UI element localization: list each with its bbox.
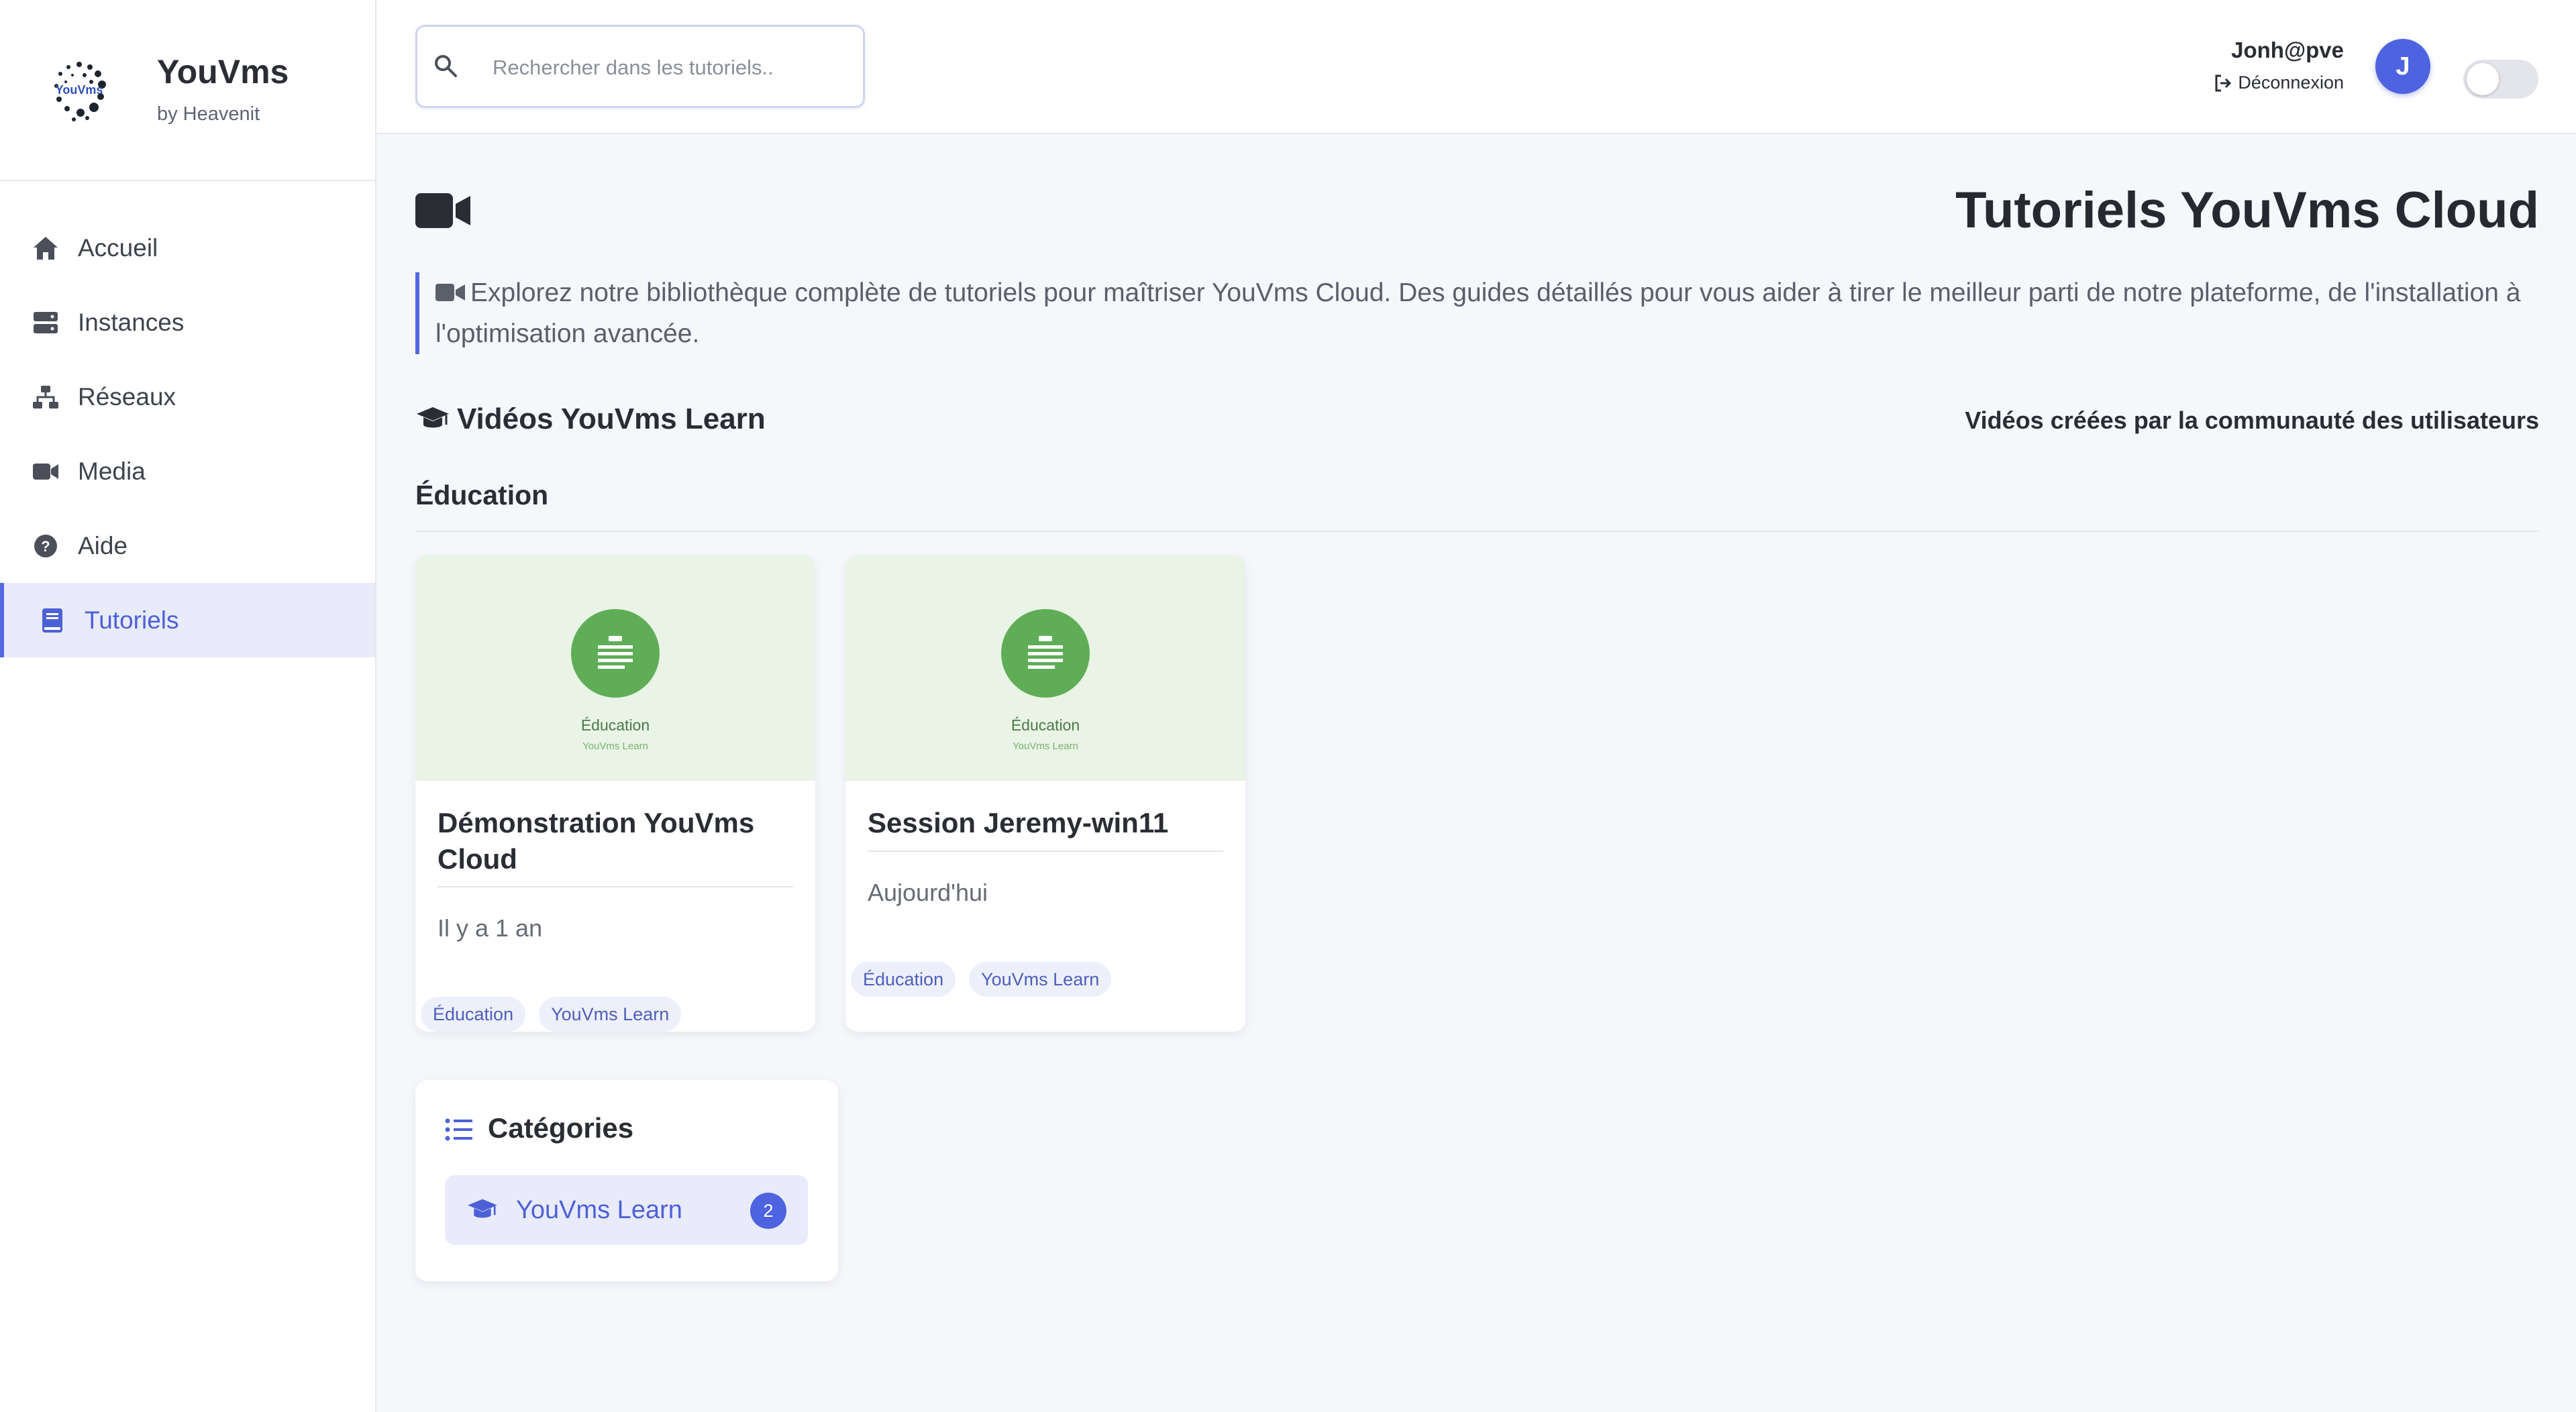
sidebar-item-media[interactable]: Media xyxy=(0,434,375,508)
video-camera-icon xyxy=(415,192,472,229)
video-icon xyxy=(31,457,60,486)
list-icon xyxy=(445,1116,473,1141)
section-note: Vidéos créées par la communauté des util… xyxy=(1965,406,2539,434)
book-icon xyxy=(38,606,67,635)
category-label: YouVms Learn xyxy=(516,1195,682,1224)
card-thumbnail: Éducation YouVms Learn xyxy=(845,555,1245,781)
app-root: YouVms YouVms by Heavenit Accueil Instan… xyxy=(0,0,2576,1412)
thumbnail-category: Éducation xyxy=(580,716,650,734)
card-title: Démonstration YouVms Cloud xyxy=(437,807,755,875)
card-tags: Éducation YouVms Learn xyxy=(421,997,694,1032)
sidebar-item-label: Réseaux xyxy=(78,382,176,411)
brand-subtitle: by Heavenit xyxy=(157,103,260,125)
sidebar-item-label: Instances xyxy=(78,308,185,336)
theme-toggle[interactable] xyxy=(2463,60,2538,99)
section-title: Vidéos YouVms Learn xyxy=(457,402,766,435)
categories-title: Catégories xyxy=(488,1112,634,1144)
graduation-cap-icon xyxy=(466,1197,499,1224)
categories-panel: Catégories YouVms Learn 2 xyxy=(415,1080,838,1281)
network-icon xyxy=(31,382,60,412)
category-title: Éducation xyxy=(415,480,549,510)
sidebar-item-label: Tutoriels xyxy=(85,606,179,634)
avatar[interactable]: J xyxy=(2375,39,2430,94)
card-thumbnail: Éducation YouVms Learn xyxy=(415,555,815,781)
top-header: Jonh@pve Déconnexion J xyxy=(376,0,2576,134)
user-block: Jonh@pve Déconnexion xyxy=(2214,38,2344,93)
card-title: Session Jeremy-win11 xyxy=(868,807,1169,838)
card-date: Aujourd'hui xyxy=(868,879,988,906)
server-icon xyxy=(31,308,60,337)
card-tags: Éducation YouVms Learn xyxy=(851,962,1125,997)
sidebar-item-label: Accueil xyxy=(78,233,158,262)
category-item-youvms-learn[interactable]: YouVms Learn 2 xyxy=(445,1175,808,1245)
brand-logo[interactable]: YouVms xyxy=(43,55,115,127)
sidebar-item-accueil[interactable]: Accueil xyxy=(0,211,375,285)
tag[interactable]: Éducation xyxy=(421,997,526,1032)
card-divider xyxy=(437,886,793,887)
logout-label: Déconnexion xyxy=(2238,72,2344,93)
tag[interactable]: Éducation xyxy=(851,962,956,997)
svg-text:?: ? xyxy=(41,538,50,555)
sidebar-item-aide[interactable]: ? Aide xyxy=(0,508,375,583)
user-name: Jonh@pve xyxy=(2231,38,2344,62)
card-date: Il y a 1 an xyxy=(437,914,543,942)
intro-text: Explorez notre bibliothèque complète de … xyxy=(435,278,2521,348)
help-icon: ? xyxy=(31,531,60,561)
tag[interactable]: YouVms Learn xyxy=(539,997,682,1032)
thumbnail-category: Éducation xyxy=(1011,716,1080,734)
home-icon xyxy=(31,233,60,263)
main-content: Tutoriels YouVms Cloud Explorez notre bi… xyxy=(376,134,2576,1412)
intro-text-block: Explorez notre bibliothèque complète de … xyxy=(415,272,2539,354)
brand-header: YouVms YouVms by Heavenit xyxy=(0,0,376,181)
sidebar-item-reseaux[interactable]: Réseaux xyxy=(0,360,375,434)
tutorial-card[interactable]: Éducation YouVms Learn Démonstration You… xyxy=(415,555,815,1032)
search-icon xyxy=(433,54,460,80)
graduation-cap-icon xyxy=(415,404,450,434)
thumbnail-brand: YouVms Learn xyxy=(582,741,648,752)
video-icon xyxy=(435,274,465,301)
sidebar-item-label: Aide xyxy=(78,531,128,559)
tutorial-card[interactable]: Éducation YouVms Learn Session Jeremy-wi… xyxy=(845,555,1245,1032)
search-box xyxy=(415,25,865,108)
brand-name: YouVms xyxy=(157,53,289,91)
sidebar-item-instances[interactable]: Instances xyxy=(0,285,375,360)
category-divider xyxy=(415,531,2539,532)
logout-icon xyxy=(2214,74,2232,93)
card-divider xyxy=(868,851,1223,852)
sidebar-item-tutoriels[interactable]: Tutoriels xyxy=(0,583,375,657)
page-title: Tutoriels YouVms Cloud xyxy=(1955,182,2539,239)
search-input[interactable] xyxy=(491,47,843,89)
categories-heading: Catégories xyxy=(445,1112,633,1144)
sidebar: YouVms YouVms by Heavenit Accueil Instan… xyxy=(0,0,376,1412)
thumbnail-brand: YouVms Learn xyxy=(1013,741,1078,752)
section-heading: Vidéos YouVms Learn xyxy=(415,402,766,436)
count-badge: 2 xyxy=(750,1193,786,1229)
sidebar-nav: Accueil Instances Réseaux Media ? Aide T… xyxy=(0,211,375,657)
document-icon xyxy=(571,609,660,698)
document-icon xyxy=(1001,609,1090,698)
logout-link[interactable]: Déconnexion xyxy=(2214,72,2344,93)
tag[interactable]: YouVms Learn xyxy=(969,962,1112,997)
sidebar-item-label: Media xyxy=(78,457,146,485)
toggle-knob xyxy=(2467,63,2499,95)
brand-logo-text: YouVms xyxy=(56,83,103,97)
